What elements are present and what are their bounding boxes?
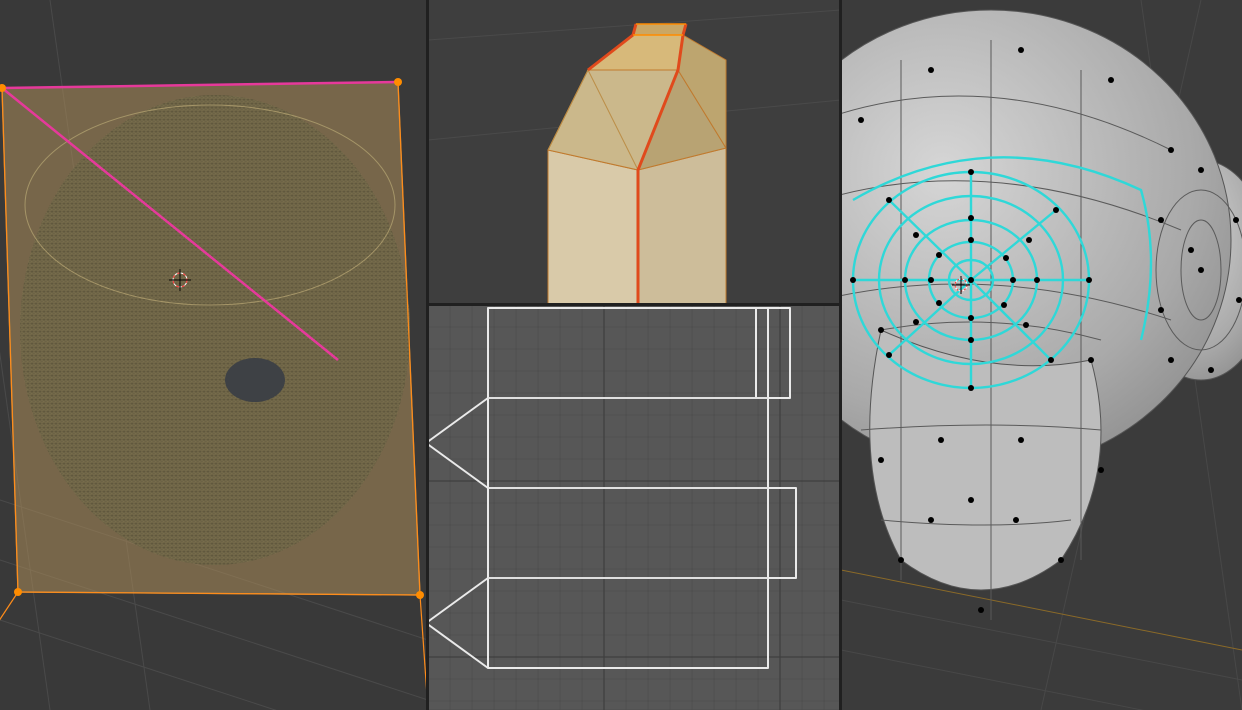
divider-horizontal[interactable] — [428, 303, 841, 306]
suzanne-render — [841, 0, 1242, 710]
carton-render — [428, 0, 841, 305]
bowl-mesh — [20, 95, 410, 565]
divider-vertical-1[interactable] — [426, 0, 429, 710]
uv-layout — [428, 305, 841, 710]
viewport-left[interactable] — [0, 0, 428, 710]
suzanne-mesh — [841, 10, 1242, 620]
uv-editor[interactable] — [428, 305, 841, 710]
viewport-carton[interactable] — [428, 0, 841, 305]
divider-vertical-2[interactable] — [839, 0, 842, 710]
viewport-suzanne[interactable] — [841, 0, 1242, 710]
bowl-cube-render — [0, 0, 428, 710]
